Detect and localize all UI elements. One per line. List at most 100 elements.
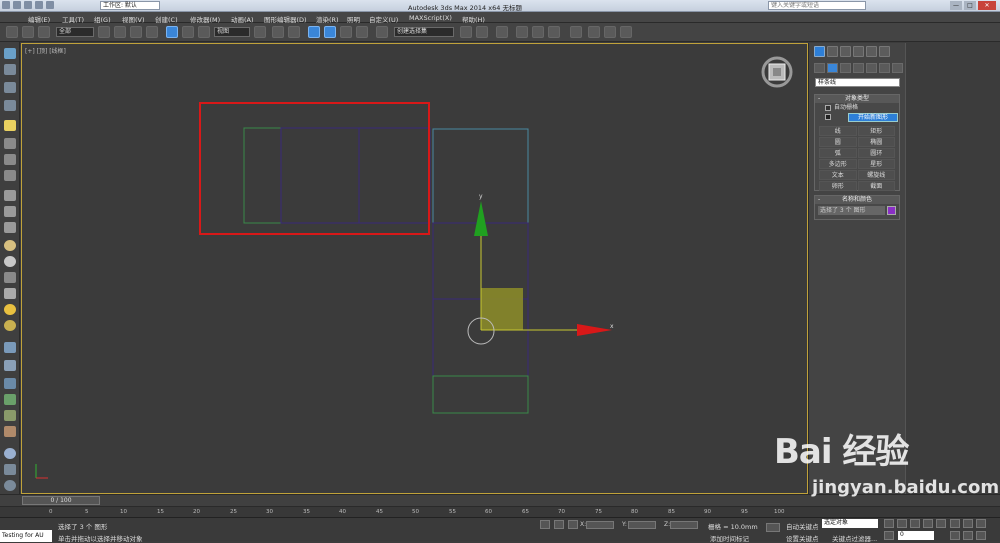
- select-and-rotate-icon[interactable]: [182, 26, 194, 38]
- close-button[interactable]: ✕: [978, 1, 996, 10]
- box-primitive-icon[interactable]: [4, 190, 16, 201]
- systems-icon[interactable]: [892, 63, 903, 73]
- purple-rect-shape-1[interactable]: [280, 127, 360, 224]
- line-button[interactable]: 线: [819, 126, 857, 136]
- color-swatch[interactable]: [887, 206, 896, 215]
- key-mode-toggle-icon[interactable]: [884, 531, 894, 540]
- geometry-icon[interactable]: [814, 63, 825, 73]
- selection-filter-dropdown[interactable]: 全部: [56, 27, 94, 37]
- y-coord-field[interactable]: [628, 521, 656, 529]
- named-selection-dropdown[interactable]: 创建选择集: [394, 27, 454, 37]
- layer-manager-icon[interactable]: [496, 26, 508, 38]
- green-rect-shape-2[interactable]: [432, 375, 529, 414]
- snap-toggle-icon[interactable]: [308, 26, 320, 38]
- orbit-icon[interactable]: [963, 531, 973, 540]
- select-by-name-icon[interactable]: [114, 26, 126, 38]
- spinner-snap-icon[interactable]: [356, 26, 368, 38]
- reference-coord-dropdown[interactable]: 视图: [214, 27, 250, 37]
- space-warps-icon[interactable]: [879, 63, 890, 73]
- lights-icon[interactable]: [840, 63, 851, 73]
- maximize-button[interactable]: □: [964, 1, 976, 10]
- utilities-tab-icon[interactable]: [879, 46, 890, 57]
- cylinder-icon[interactable]: [4, 206, 16, 217]
- x-coord-field[interactable]: [586, 521, 614, 529]
- maxscript-listener[interactable]: Testing for AU: [0, 530, 52, 542]
- arc-button[interactable]: 弧: [819, 148, 857, 158]
- key-filters-button[interactable]: 关键点过滤器...: [832, 533, 877, 543]
- link-icon[interactable]: [6, 26, 18, 38]
- helpers-icon[interactable]: [866, 63, 877, 73]
- torus-icon[interactable]: [4, 272, 16, 283]
- key-mode-dropdown[interactable]: 选定对象: [822, 519, 878, 528]
- open-icon[interactable]: [13, 1, 21, 9]
- search-input[interactable]: 键入关键字或短语: [768, 1, 866, 10]
- new-icon[interactable]: [2, 1, 10, 9]
- goto-end-icon[interactable]: [936, 519, 946, 528]
- time-slider[interactable]: 0 / 100: [22, 496, 100, 505]
- prev-frame-icon[interactable]: [897, 519, 907, 528]
- cone-icon[interactable]: [4, 288, 16, 299]
- modify-tab-icon[interactable]: [827, 46, 838, 57]
- zoom-icon[interactable]: [950, 519, 960, 528]
- zoom-extents-icon[interactable]: [976, 519, 986, 528]
- helix-button[interactable]: 螺旋线: [857, 170, 895, 180]
- container-icon[interactable]: [4, 64, 16, 75]
- workspace-dropdown[interactable]: 工作区: 默认: [100, 1, 160, 10]
- angle-snap-icon[interactable]: [324, 26, 336, 38]
- undo-icon[interactable]: [35, 1, 43, 9]
- bind-space-warp-icon[interactable]: [38, 26, 50, 38]
- top-viewport[interactable]: [+] [顶] [线框] x y: [21, 43, 808, 494]
- select-and-move-icon[interactable]: [166, 26, 178, 38]
- scene-explorer-icon[interactable]: [4, 82, 16, 93]
- minimize-button[interactable]: —: [950, 1, 962, 10]
- hair-icon[interactable]: [4, 426, 16, 437]
- layer-explorer-icon[interactable]: [4, 100, 16, 111]
- object-type-header[interactable]: 对象类型: [815, 95, 899, 103]
- select-manipulate-icon[interactable]: [272, 26, 284, 38]
- select-object-icon[interactable]: [98, 26, 110, 38]
- menu-maxscript[interactable]: MAXScript(X): [409, 14, 452, 22]
- create-tab-icon[interactable]: [814, 46, 825, 57]
- container-explorer-icon[interactable]: [4, 48, 16, 59]
- maximize-viewport-icon[interactable]: [976, 531, 986, 540]
- donut-button[interactable]: 圆环: [857, 148, 895, 158]
- align-icon[interactable]: [476, 26, 488, 38]
- curve-editor-icon[interactable]: [532, 26, 544, 38]
- ngon-button[interactable]: 多边形: [819, 159, 857, 169]
- spacewarp-icon[interactable]: [4, 170, 16, 181]
- autogrid-checkbox[interactable]: 自动栅格: [815, 103, 899, 112]
- auto-key-button[interactable]: 自动关键点: [786, 521, 819, 531]
- key-icon[interactable]: [766, 523, 780, 532]
- egg-button[interactable]: 卵形: [819, 181, 857, 191]
- help-icon[interactable]: [4, 480, 16, 491]
- isolate-icon[interactable]: [554, 520, 564, 529]
- dynamics-icon[interactable]: [4, 360, 16, 371]
- section-button[interactable]: 截面: [857, 181, 895, 191]
- schematic-view-icon[interactable]: [548, 26, 560, 38]
- play-icon[interactable]: [910, 519, 920, 528]
- shapes-icon[interactable]: [827, 63, 838, 73]
- helper-icon[interactable]: [4, 154, 16, 165]
- ellipse-button[interactable]: 椭圆: [857, 137, 895, 147]
- display-tab-icon[interactable]: [866, 46, 877, 57]
- purple-rect-shape-2[interactable]: [358, 127, 431, 224]
- frame-field[interactable]: 0: [898, 531, 934, 540]
- render-production-icon[interactable]: [620, 26, 632, 38]
- cameras-icon[interactable]: [853, 63, 864, 73]
- viewcube-icon[interactable]: [761, 56, 793, 88]
- edit-named-sel-icon[interactable]: [376, 26, 388, 38]
- pan-icon[interactable]: [950, 531, 960, 540]
- geosphere-icon[interactable]: [4, 256, 16, 267]
- bone-icon[interactable]: [4, 378, 16, 389]
- unlink-icon[interactable]: [22, 26, 34, 38]
- start-new-shape-button[interactable]: 开始新图形: [848, 113, 898, 122]
- add-time-tag[interactable]: 添加时间标记: [710, 533, 749, 543]
- next-frame-icon[interactable]: [923, 519, 933, 528]
- plane-icon[interactable]: [4, 222, 16, 233]
- name-field[interactable]: 选择了 3 个 图形: [818, 206, 885, 215]
- select-and-scale-icon[interactable]: [198, 26, 210, 38]
- redo-icon[interactable]: [46, 1, 54, 9]
- rect-selection-icon[interactable]: [130, 26, 142, 38]
- save-icon[interactable]: [24, 1, 32, 9]
- move-gizmo[interactable]: x y: [467, 193, 614, 345]
